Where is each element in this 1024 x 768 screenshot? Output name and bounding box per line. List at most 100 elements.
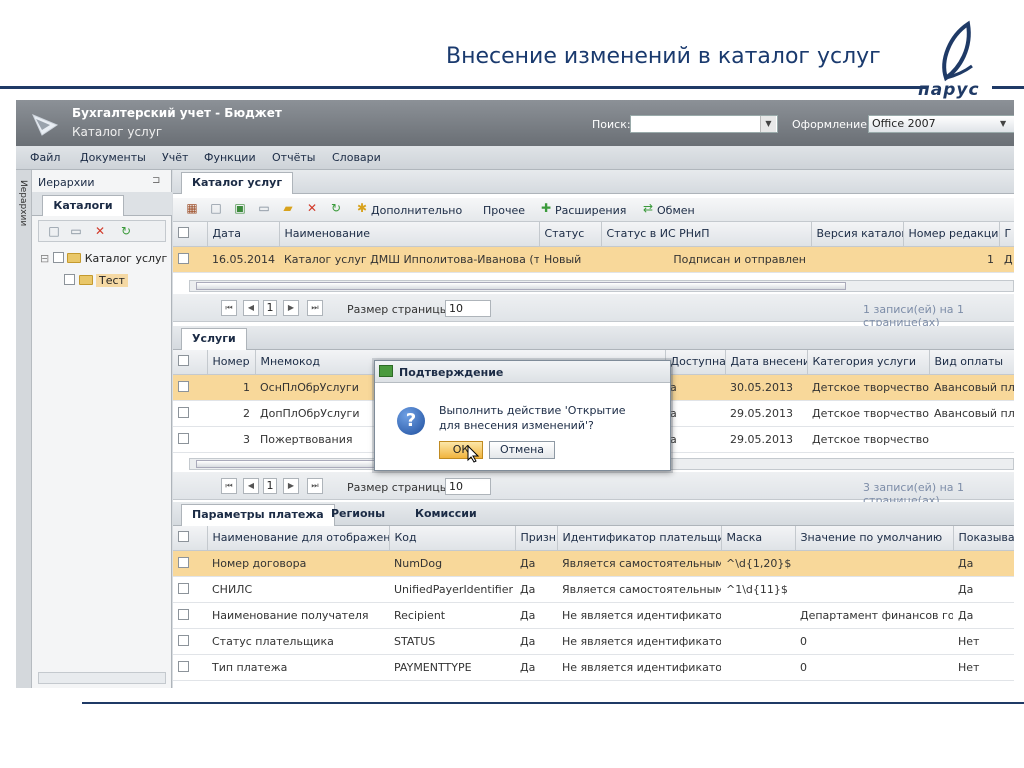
column-header[interactable]: Доступна <box>665 350 726 375</box>
first-page-button[interactable]: ⏮ <box>221 300 237 316</box>
refresh-icon[interactable]: ↻ <box>329 201 343 215</box>
column-header[interactable]: Призн <box>515 526 558 551</box>
row-checkbox[interactable] <box>173 602 207 629</box>
prev-page-button[interactable]: ◀ <box>243 478 259 494</box>
column-header[interactable]: Категория услуги <box>807 350 930 375</box>
table-row[interactable]: Номер договора NumDog Да Является самост… <box>173 550 1014 577</box>
column-header[interactable]: Показыва <box>953 526 1014 551</box>
cell: Да <box>515 654 557 681</box>
menu-functions[interactable]: Функции <box>204 151 256 164</box>
column-header[interactable]: Статус в ИС РНиП <box>601 222 812 247</box>
table-row[interactable]: Наименование получателя Recipient Да Не … <box>173 602 1014 629</box>
tree-checkbox[interactable] <box>64 274 75 285</box>
row-checkbox[interactable] <box>173 426 207 453</box>
side-strip[interactable]: Иерархии <box>16 170 32 688</box>
more-button[interactable]: Дополнительно <box>371 204 462 217</box>
next-page-button[interactable]: ▶ <box>283 300 299 316</box>
row-checkbox[interactable] <box>173 374 207 401</box>
row-checkbox[interactable] <box>173 628 207 655</box>
last-page-button[interactable]: ⏭ <box>307 300 323 316</box>
cell: NumDog <box>389 550 515 577</box>
page-size-select[interactable]: 10 <box>445 300 491 317</box>
column-header[interactable]: Номер редакции <box>903 222 1000 247</box>
table-row[interactable]: Тип платежа PAYMENTTYPE Да Не является и… <box>173 654 1014 681</box>
column-header[interactable]: Г <box>999 222 1014 247</box>
page-size-select[interactable]: 10 <box>445 478 491 495</box>
column-header[interactable]: Дата <box>207 222 280 247</box>
new-icon[interactable]: □ <box>209 201 223 215</box>
delete-icon[interactable]: ✕ <box>93 224 107 238</box>
column-header[interactable]: Наименование для отображения в <box>207 526 390 551</box>
table-row[interactable]: 16.05.2014 Каталог услуг ДМШ Ипполитова-… <box>173 246 1014 273</box>
row-checkbox[interactable] <box>173 654 207 681</box>
extensions-button[interactable]: Расширения <box>555 204 626 217</box>
left-horizontal-scrollbar[interactable] <box>38 672 166 684</box>
theme-chevron-down-icon[interactable]: ▼ <box>1000 116 1006 132</box>
edit-document-icon[interactable]: ▭ <box>69 224 83 238</box>
cell: Не является идентификатором <box>557 654 721 681</box>
tree-checkbox[interactable] <box>52 252 64 263</box>
folder-icon <box>67 253 82 263</box>
copy-icon[interactable]: ▣ <box>233 201 247 215</box>
column-header[interactable]: Идентификатор плательщика <box>557 526 722 551</box>
edit-icon[interactable]: ▭ <box>257 201 271 215</box>
folder-open-icon[interactable]: ▰ <box>281 201 295 215</box>
cell: 29.05.2013 <box>725 426 807 453</box>
exchange-button[interactable]: Обмен <box>657 204 695 217</box>
filter-icon[interactable]: ▦ <box>185 201 199 215</box>
cancel-button[interactable]: Отмена <box>489 441 555 459</box>
params-tabbar: Параметры платежа Регионы Комиссии <box>173 502 1014 526</box>
tree-item-test[interactable]: Тест <box>64 274 128 287</box>
column-header[interactable]: Значение по умолчанию <box>795 526 954 551</box>
catalog-horizontal-scrollbar[interactable] <box>189 280 1014 292</box>
menu-dictionaries[interactable]: Словари <box>332 151 381 164</box>
column-header[interactable]: Маска <box>721 526 796 551</box>
refresh-icon[interactable]: ↻ <box>119 224 133 238</box>
pin-icon[interactable]: ⊐ <box>152 175 160 186</box>
prev-page-button[interactable]: ◀ <box>243 300 259 316</box>
search-input[interactable] <box>630 115 778 133</box>
table-row[interactable]: Статус плательщика STATUS Да Не является… <box>173 628 1014 655</box>
column-header[interactable]: Статус <box>539 222 602 247</box>
select-all-checkbox[interactable] <box>173 526 208 551</box>
menu-reports[interactable]: Отчёты <box>272 151 315 164</box>
cell: СНИЛС <box>207 576 389 603</box>
column-header[interactable]: Вид оплаты <box>929 350 1014 375</box>
select-all-checkbox[interactable] <box>173 350 208 375</box>
column-header[interactable]: Дата внесения <box>725 350 808 375</box>
search-dropdown-chevron-icon[interactable]: ▼ <box>760 116 776 132</box>
column-header[interactable]: Наименование <box>279 222 540 247</box>
tab-catalogs[interactable]: Каталоги <box>42 195 124 216</box>
select-all-checkbox[interactable] <box>173 222 208 247</box>
cell: 1 <box>207 374 255 401</box>
row-checkbox[interactable] <box>173 246 207 273</box>
tab-commissions[interactable]: Комиссии <box>405 504 487 526</box>
table-row[interactable]: СНИЛС UnifiedPayerIdentifier Да Является… <box>173 576 1014 603</box>
menu-documents[interactable]: Документы <box>80 151 146 164</box>
other-button[interactable]: Прочее <box>483 204 525 217</box>
next-page-button[interactable]: ▶ <box>283 478 299 494</box>
page-number[interactable]: 1 <box>263 478 277 494</box>
column-header[interactable]: Версия каталога <box>811 222 904 247</box>
last-page-button[interactable]: ⏭ <box>307 478 323 494</box>
menu-file[interactable]: Файл <box>30 151 60 164</box>
row-checkbox[interactable] <box>173 550 207 577</box>
tree-item-catalog[interactable]: ⊟ Каталог услуг <box>40 252 167 265</box>
column-header[interactable]: Номер <box>207 350 256 375</box>
row-checkbox[interactable] <box>173 400 207 427</box>
tab-payment-params[interactable]: Параметры платежа <box>181 504 335 526</box>
new-document-icon[interactable]: □ <box>47 224 61 238</box>
column-header[interactable]: Код <box>389 526 516 551</box>
delete-icon[interactable]: ✕ <box>305 201 319 215</box>
theme-select[interactable]: Office 2007 <box>868 115 1014 133</box>
tab-catalog[interactable]: Каталог услуг <box>181 172 294 194</box>
tab-services[interactable]: Услуги <box>181 328 247 350</box>
menu-accounting[interactable]: Учёт <box>162 151 188 164</box>
row-checkbox[interactable] <box>173 576 207 603</box>
first-page-button[interactable]: ⏮ <box>221 478 237 494</box>
tab-regions[interactable]: Регионы <box>321 504 395 526</box>
page-number[interactable]: 1 <box>263 300 277 316</box>
dialog-header[interactable]: Подтверждение <box>375 361 670 383</box>
tree-collapse-icon[interactable]: ⊟ <box>40 252 49 265</box>
scroll-thumb[interactable] <box>196 282 846 290</box>
